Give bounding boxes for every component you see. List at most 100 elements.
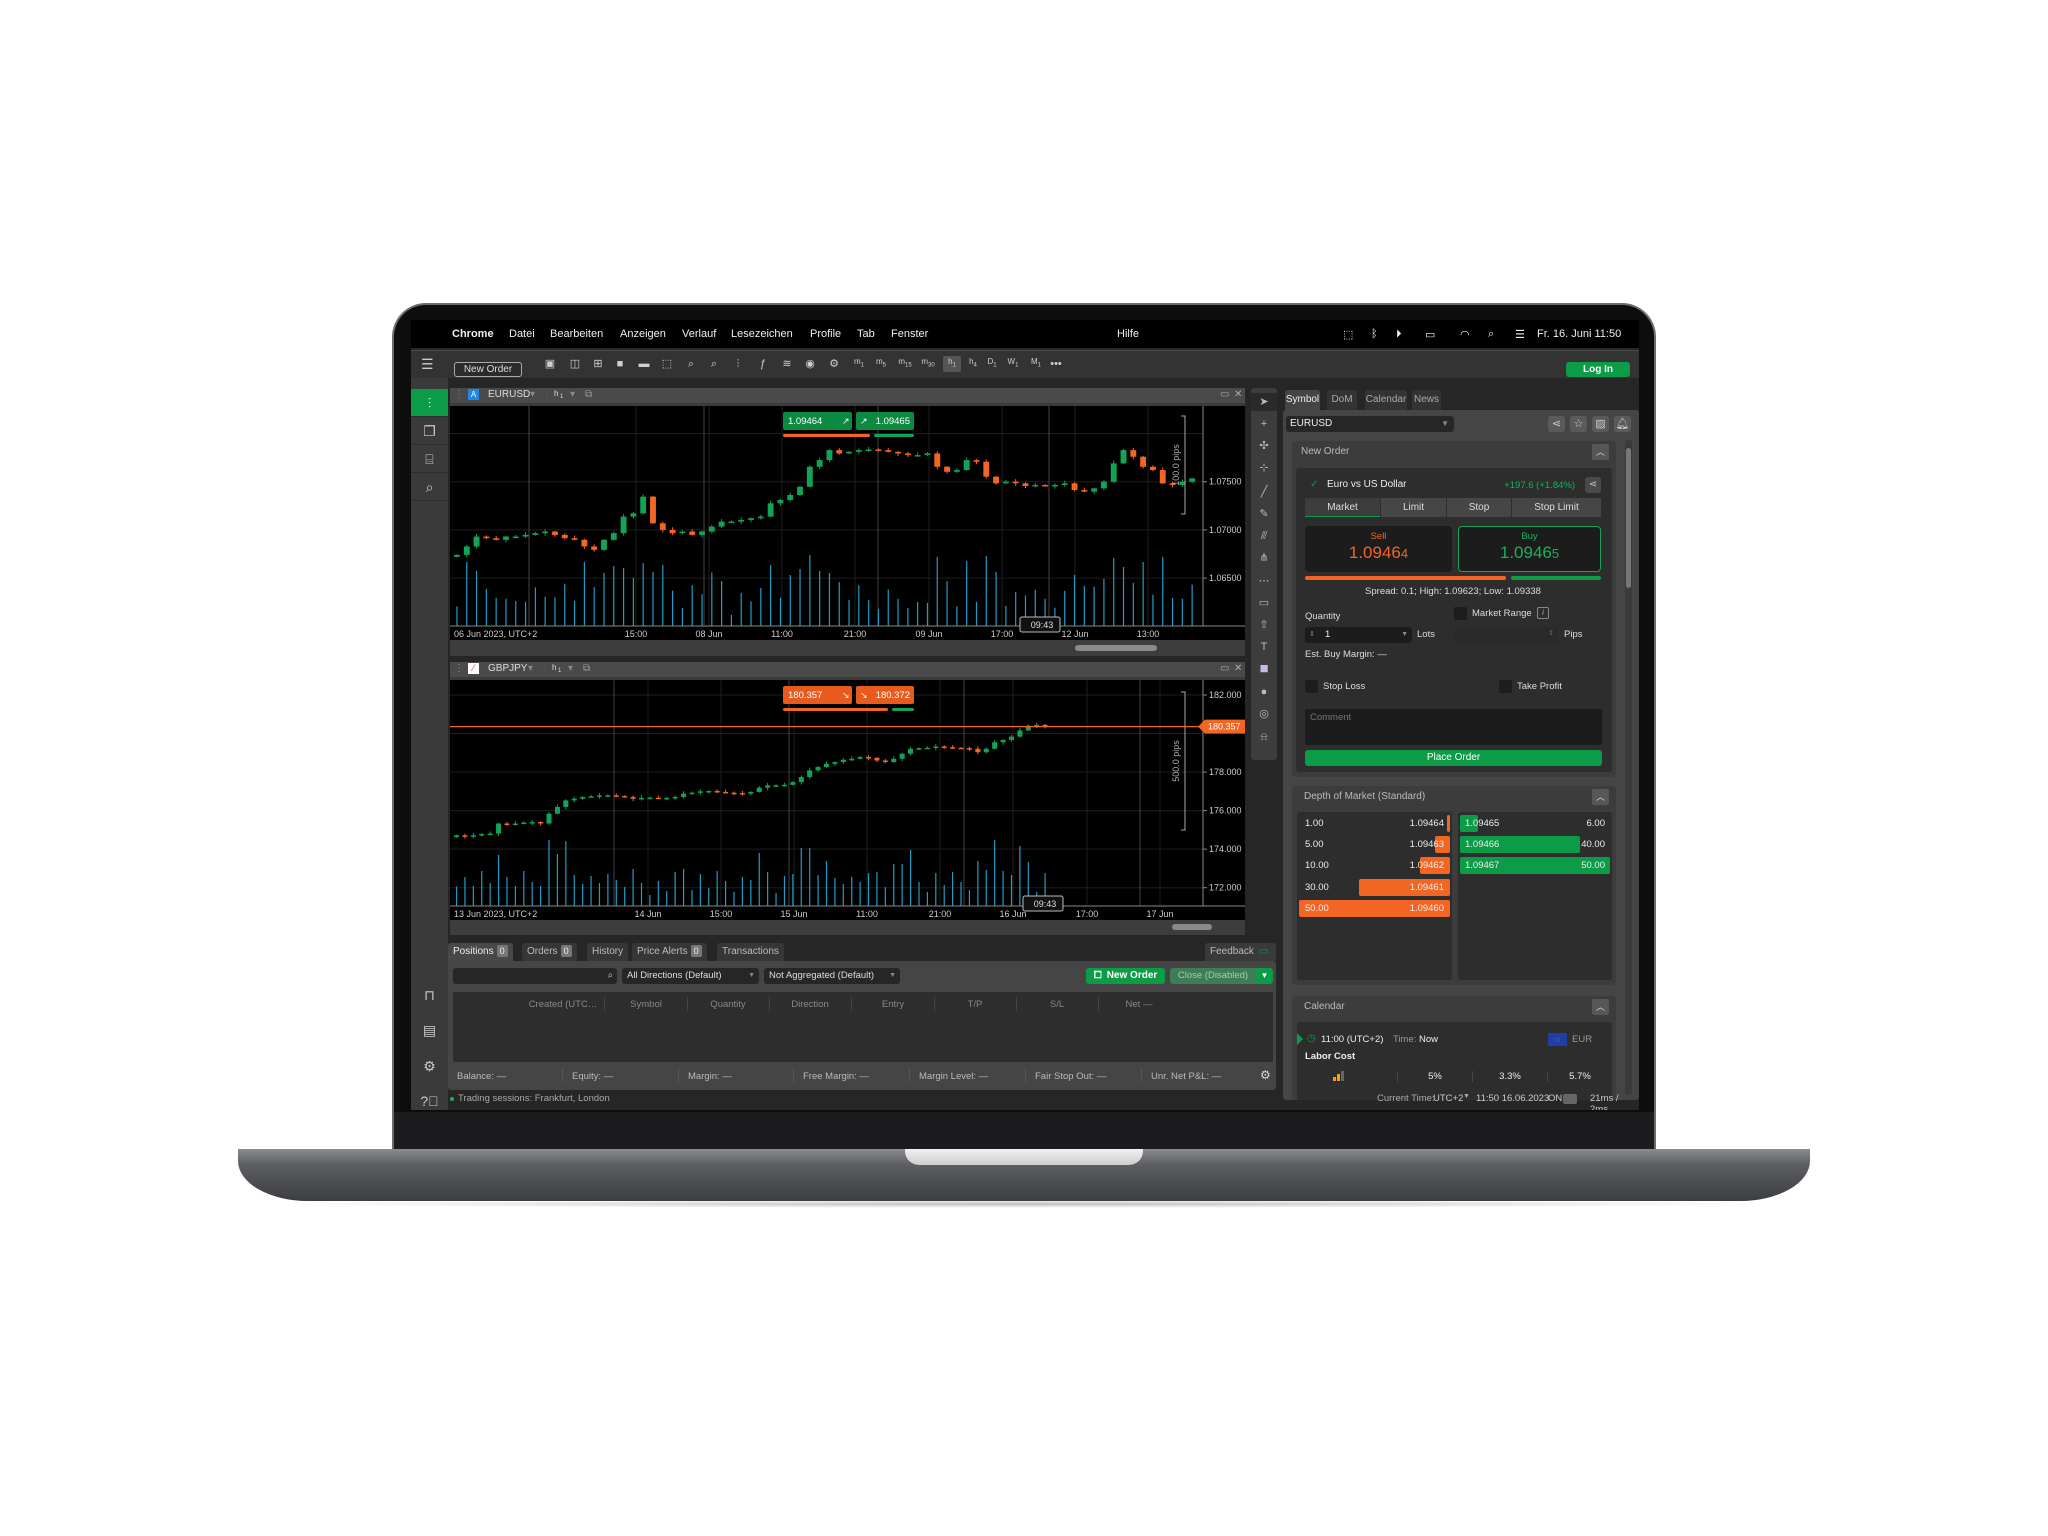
cursor-icon[interactable]: ➤ (1251, 393, 1277, 411)
order-type-market[interactable]: Market (1305, 498, 1380, 517)
timeframe-button[interactable]: M1 (1027, 356, 1045, 372)
timeframe-button[interactable]: m1 (850, 356, 868, 372)
detach-icon[interactable]: ⧉ (583, 663, 590, 674)
sell-button[interactable]: Sell 1.09464 (1305, 526, 1452, 572)
menu-lesezeichen[interactable]: Lesezeichen (731, 328, 793, 340)
place-order-button[interactable]: Place Order (1305, 750, 1602, 766)
tab-dom[interactable]: DoM (1327, 390, 1357, 410)
close-icon[interactable]: ✕ (1234, 663, 1242, 674)
directions-select[interactable]: All Directions (Default) ▼ (622, 968, 759, 984)
zoom-in-icon[interactable]: ⌕ (682, 356, 700, 372)
zoom-out-icon[interactable]: ⌕ (705, 356, 723, 372)
star-icon[interactable]: ☆ (1570, 416, 1587, 432)
collapse-icon[interactable]: ︿ (1592, 999, 1609, 1015)
column-header[interactable]: S/L (1050, 999, 1064, 1010)
more-icon[interactable]: ••• (1047, 356, 1065, 372)
timeframe-button[interactable]: h1 (943, 356, 961, 372)
order-type-limit[interactable]: Limit (1381, 498, 1446, 517)
automate-icon[interactable]: ⌸ (411, 445, 448, 473)
analyze-icon[interactable]: ⌕ (411, 473, 448, 501)
settings-icon[interactable]: ⚙ (411, 1052, 448, 1080)
dom-ask-row[interactable]: 1.09465 6.00 (1460, 815, 1610, 832)
control-center-icon[interactable]: ☰ (1515, 328, 1525, 341)
single-layout-icon[interactable]: ■ (611, 356, 629, 372)
order-type-stop[interactable]: Stop (1447, 498, 1511, 517)
positions-new-order-button[interactable]: ⧠ New Order (1086, 968, 1165, 984)
bell-icon[interactable]: 🔔︎ (1614, 416, 1631, 432)
chart-screen-icon[interactable]: ▣ (541, 356, 559, 372)
right-panel-scrollbar[interactable] (1625, 440, 1632, 1095)
trade-icon[interactable]: ⫶ (411, 389, 448, 417)
drag-handle[interactable]: ⋮ (454, 663, 464, 674)
chart-type-icon[interactable]: ⫶ (729, 356, 747, 372)
chart-symbol[interactable]: GBPJPY (488, 663, 527, 674)
tab-history[interactable]: History (587, 943, 629, 961)
crosshair-icon[interactable]: + (1251, 415, 1277, 433)
menu-chrome[interactable]: Chrome (452, 328, 494, 340)
order-type-stop-limit[interactable]: Stop Limit (1512, 498, 1601, 517)
dom-bid-row[interactable]: 1.00 1.09464 (1299, 815, 1450, 832)
pitchfork-icon[interactable]: ⋔ (1251, 549, 1277, 567)
scrollbar-thumb[interactable] (1075, 645, 1157, 651)
camera-icon[interactable]: ◎ (1251, 705, 1277, 723)
indicators-icon[interactable]: ƒ (754, 356, 772, 372)
stepper-icon[interactable]: ⇕ (1548, 629, 1554, 637)
column-header[interactable]: Symbol (630, 999, 662, 1010)
stage-manager-icon[interactable]: ⬚ (1343, 328, 1353, 341)
aggregation-select[interactable]: Not Aggregated (Default) ▼ (764, 968, 900, 984)
menu-anzeigen[interactable]: Anzeigen (620, 328, 666, 340)
quantity-input[interactable]: ⇕ 1 ▼ (1305, 627, 1412, 643)
opacity-icon[interactable]: ● (1251, 683, 1277, 701)
tab-orders[interactable]: Orders 0 (522, 943, 577, 961)
gbpjpy-chart[interactable]: 182.000 178.000 176.000 174.000 172.000 13 Ju… (450, 680, 1245, 920)
positions-search-input[interactable]: ⌕ (453, 968, 617, 984)
timeframe-button[interactable]: m5 (872, 356, 890, 372)
take-profit-checkbox[interactable] (1499, 680, 1512, 693)
info-icon[interactable]: i (1537, 607, 1549, 619)
chart-settings-icon[interactable]: ⚙ (825, 356, 843, 372)
chart-icon[interactable]: ▨ (1592, 416, 1609, 432)
timeframe-button[interactable]: D1 (983, 356, 1001, 372)
search-icon[interactable]: ⌕ (1488, 328, 1494, 341)
timezone-select[interactable]: UTC+2 (1433, 1093, 1463, 1104)
maximize-icon[interactable]: ▭ (1220, 389, 1229, 400)
chart-symbol[interactable]: EURUSD (488, 389, 530, 400)
layers-icon[interactable]: ≋ (778, 356, 796, 372)
wifi-icon[interactable]: ◠ (1460, 328, 1470, 341)
rectangle-icon[interactable]: ▭ (1251, 594, 1277, 612)
grid-layout-icon[interactable]: ⊞ (589, 356, 607, 372)
connection-toggle[interactable] (1563, 1094, 1577, 1104)
bluetooth-icon[interactable]: ᛒ (1371, 328, 1378, 340)
dom-bid-row[interactable]: 30.00 1.09461 (1299, 879, 1450, 896)
menu-hilfe[interactable]: Hilfe (1117, 328, 1139, 340)
timeframe-button[interactable]: m15 (896, 356, 914, 372)
stop-loss-checkbox[interactable] (1305, 680, 1318, 693)
hamburger-menu-icon[interactable]: ☰ (421, 356, 434, 373)
menu-datei[interactable]: Datei (509, 328, 535, 340)
new-chart-icon[interactable]: ⬚ (658, 356, 676, 372)
close-dropdown-icon[interactable]: ▼ (1256, 968, 1273, 984)
chevron-down-icon[interactable]: ▼ (1463, 1093, 1470, 1100)
brush-icon[interactable]: ✎ (1251, 505, 1277, 523)
tab-transactions[interactable]: Transactions (717, 943, 784, 961)
magnet-crosshair-icon[interactable]: ✣ (1251, 437, 1277, 455)
scrollbar-thumb[interactable] (1626, 448, 1631, 588)
log-in-button[interactable]: Log In (1566, 362, 1630, 377)
bell-icon[interactable]: ⍾ (1251, 728, 1277, 746)
drag-handle[interactable]: ⋮ (454, 389, 464, 400)
split-layout-icon[interactable]: ▬ (635, 356, 653, 372)
chart-scrollbar[interactable] (450, 920, 1245, 935)
pips-input[interactable]: ⇕ (1454, 627, 1558, 643)
trend-line-icon[interactable]: ╱ (1251, 483, 1277, 501)
gear-icon[interactable]: ⚙ (1260, 1068, 1271, 1082)
chart-scrollbar[interactable] (450, 640, 1245, 656)
tab-price-alerts[interactable]: Price Alerts 0 (632, 943, 707, 961)
timeframe-button[interactable]: W1 (1004, 356, 1022, 372)
tab-calendar[interactable]: Calendar (1365, 390, 1407, 410)
dom-bid-row[interactable]: 10.00 1.09462 (1299, 857, 1450, 874)
column-header[interactable]: Entry (882, 999, 904, 1010)
menu-fenster[interactable]: Fenster (891, 328, 928, 340)
new-order-button[interactable]: New Order (454, 362, 522, 377)
arrow-up-icon[interactable]: ⇧ (1251, 616, 1277, 634)
tab-symbol[interactable]: Symbol (1285, 390, 1320, 410)
